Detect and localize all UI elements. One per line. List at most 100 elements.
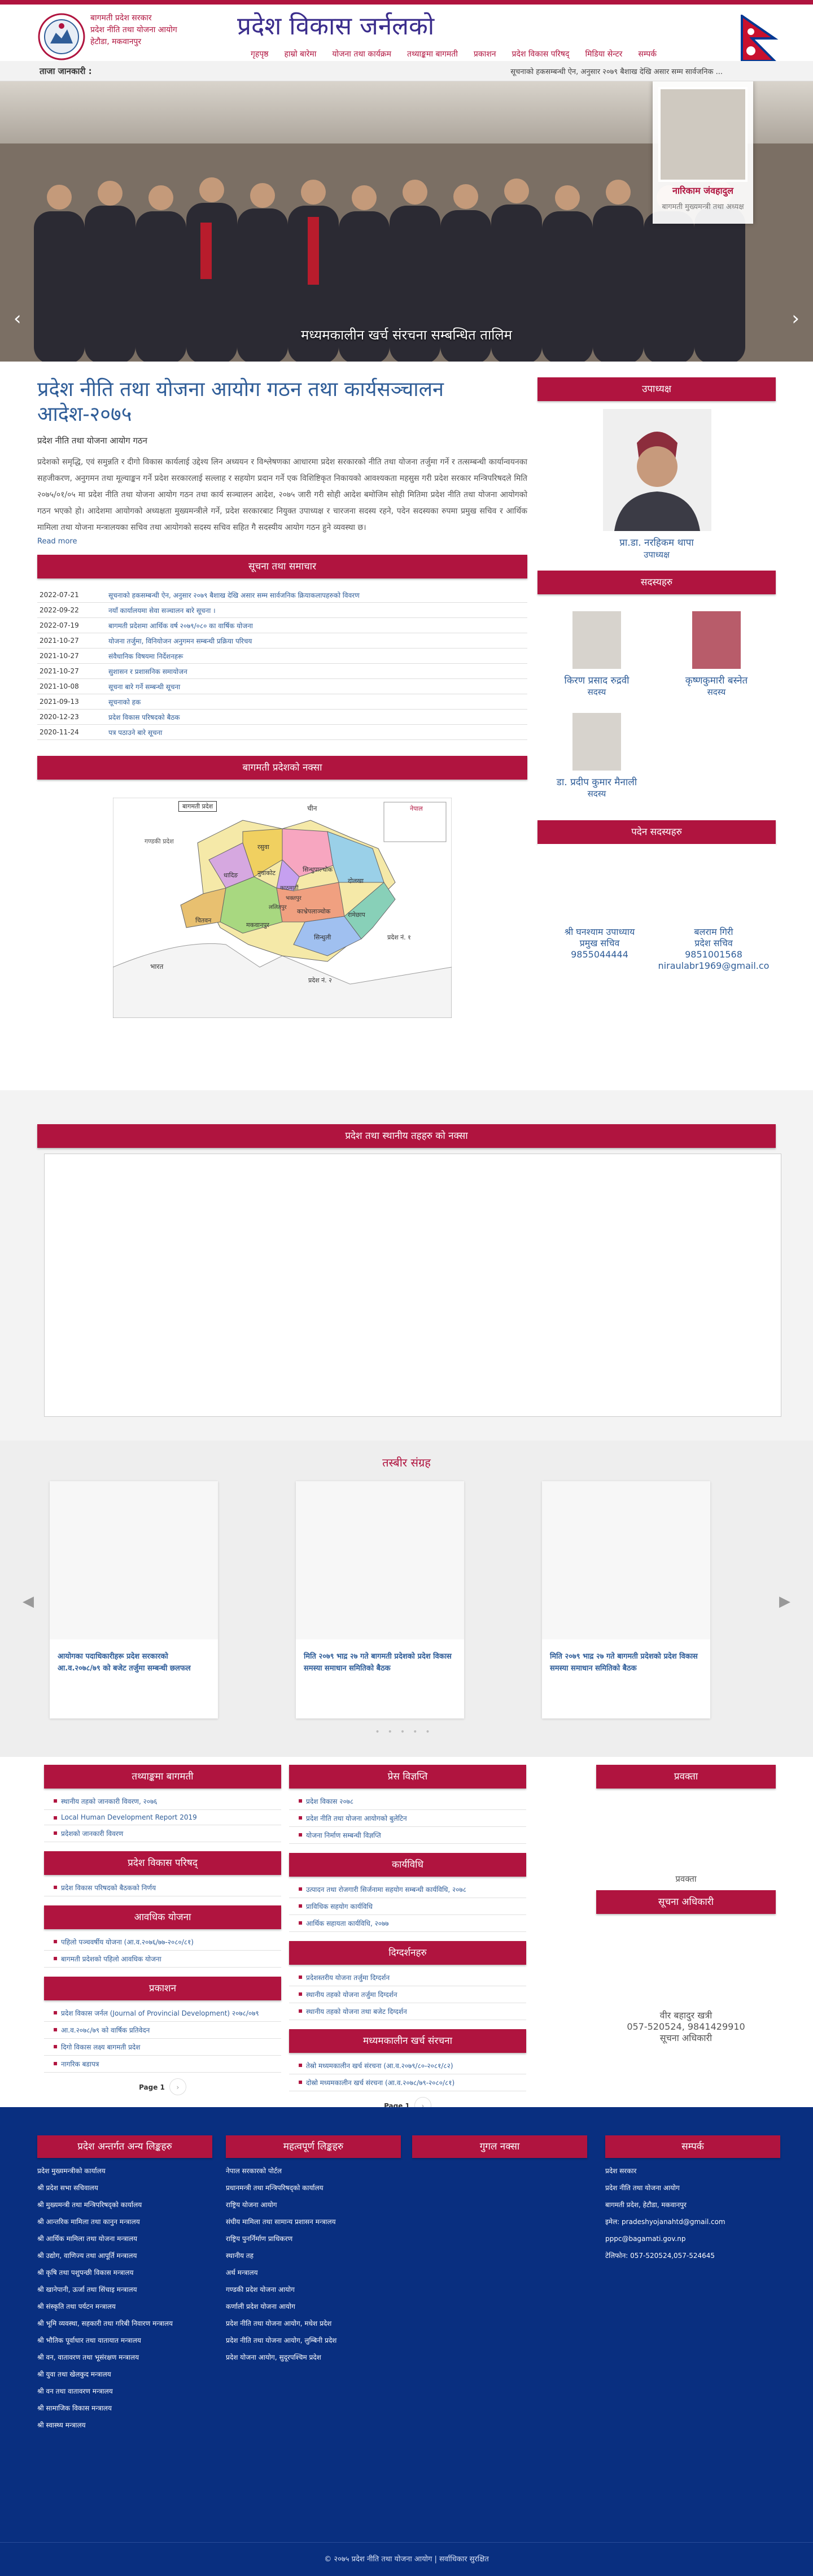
footer-link[interactable]: श्री भौतिक पूर्वाधार तथा यातायात मन्त्रा…: [37, 2332, 212, 2349]
panel-link[interactable]: बागमती प्रदेशको पहिलो आवधिक योजना: [44, 1951, 281, 1968]
nav-plans[interactable]: योजना तथा कार्यक्रम: [324, 49, 399, 59]
footer-link[interactable]: श्री वन, वातावरण तथा भूसंरक्षण मन्त्रालय: [37, 2349, 212, 2366]
next-page-icon[interactable]: ›: [169, 2078, 186, 2095]
local-map-embed[interactable]: [44, 1154, 781, 1417]
news-title[interactable]: सुशासन र प्रशासनिक समायोजन: [108, 667, 187, 676]
footer-link[interactable]: प्रधानमन्त्री तथा मन्त्रिपरिषद्को कार्या…: [226, 2179, 401, 2196]
news-item[interactable]: 2022-07-21 सूचनाको हकसम्बन्धी ऐन, अनुसार …: [37, 588, 527, 603]
news-title[interactable]: सूचनाको हकसम्बन्धी ऐन, अनुसार २०७९ बैशाख…: [108, 590, 360, 600]
slider-next-icon[interactable]: ›: [792, 307, 799, 330]
panel-link[interactable]: दिगो विकास लक्ष्य बागमती प्रदेश: [44, 2039, 281, 2056]
nav-home[interactable]: गृहपृष्ठ: [243, 49, 277, 59]
info-officer-card[interactable]: वीर बहादुर खत्री 057-520524, 9841429910 …: [596, 1914, 776, 2050]
panel-link[interactable]: आर्थिक सहायता कार्यविधि, २०७७: [289, 1915, 526, 1932]
news-item[interactable]: 2021-10-08 सूचना बारे गर्ने सम्बन्धी सूचन…: [37, 679, 527, 694]
news-item[interactable]: 2021-09-13 सूचनाको हक: [37, 694, 527, 710]
footer-link[interactable]: राष्ट्रिय पुनर्निर्माण प्राधिकरण: [226, 2230, 401, 2247]
gallery-caption[interactable]: आयोगका पदाधिकारीहरू प्रदेश सरकारको आ.व.२…: [58, 1651, 210, 1674]
news-title[interactable]: सूचनाको हक: [108, 697, 141, 707]
footer-link[interactable]: श्री उद्योग, वाणिज्य तथा आपूर्ति मन्त्रा…: [37, 2247, 212, 2264]
contact-line[interactable]: टेलिफोन: 057-520524,057-524645: [605, 2247, 780, 2264]
panel-link[interactable]: नागरिक बडापत्र: [44, 2056, 281, 2073]
ex-officio-email[interactable]: niraulabr1969@gmail.co: [657, 960, 770, 972]
gallery-prev-icon[interactable]: ◀: [23, 1593, 34, 1610]
nav-about[interactable]: हाम्रो बारेमा: [277, 49, 325, 59]
news-title[interactable]: योजना तर्जुमा, विनियोजन अनुगमन सम्बन्धी …: [108, 636, 252, 646]
spokesperson-card[interactable]: प्रवक्ता: [596, 1789, 776, 1890]
gallery-pagination-dots[interactable]: •••••: [0, 1728, 813, 1737]
footer-link[interactable]: प्रदेश योजना आयोग, सुदूरपश्चिम प्रदेश: [226, 2349, 401, 2366]
news-title[interactable]: प्रदेश विकास परिषदको बैठक: [108, 712, 180, 722]
contact-line[interactable]: इमेल: pradeshyojanahtd@gmail.com: [605, 2213, 780, 2230]
member-card[interactable]: कृष्णकुमारी बस्नेत सदस्य: [657, 611, 776, 698]
panel-link[interactable]: प्रदेश नीति तथा योजना आयोगको बुलेटिन: [289, 1810, 526, 1827]
footer-link[interactable]: श्री वन तथा वातावरण मन्त्रालय: [37, 2383, 212, 2400]
ex-officio-card[interactable]: श्री घनश्याम उपाध्याय प्रमुख सचिव 985504…: [543, 926, 656, 960]
panel-link[interactable]: स्थानीय तहको योजना तथा बजेट दिग्दर्शन: [289, 2003, 526, 2020]
panel-link[interactable]: उत्पादन तथा रोजगारी सिर्जनामा सहयोग सम्ब…: [289, 1881, 526, 1898]
news-title[interactable]: बागमती प्रदेशमा आर्थिक वर्ष २०७९/०८० का …: [108, 621, 253, 630]
footer-link[interactable]: श्री भूमि व्यवस्था, सहकारी तथा गरिबी निव…: [37, 2315, 212, 2332]
ticker-text[interactable]: सूचनाको हकसम्बन्धी ऐन, अनुसार २०७९ बैशाख…: [510, 66, 723, 76]
panel-link[interactable]: Local Human Development Report 2019: [44, 1810, 281, 1825]
member-card[interactable]: डा. प्रदीप कुमार मैनाली सदस्य: [537, 713, 656, 799]
footer-link[interactable]: श्री कृषि तथा पशुपन्छी विकास मन्त्रालय: [37, 2264, 212, 2281]
news-title[interactable]: नयाँ कार्यालयमा सेवा सञ्चालन बारे सूचना …: [108, 606, 216, 615]
footer-link[interactable]: श्री आन्तरिक मामिला तथा कानुन मन्त्रालय: [37, 2213, 212, 2230]
footer-link[interactable]: संघीय मामिला तथा सामान्य प्रशासन मन्त्रा…: [226, 2213, 401, 2230]
gallery-card[interactable]: मिति २०७९ भाद्र २७ गते बागमती प्रदेशको प…: [296, 1481, 464, 1718]
member-card[interactable]: किरण प्रसाद रुद्रवी सदस्य: [537, 611, 656, 698]
news-item[interactable]: 2021-10-27 सुशासन र प्रशासनिक समायोजन: [37, 664, 527, 679]
nav-contact[interactable]: सम्पर्क: [630, 49, 665, 59]
footer-link[interactable]: श्री आर्थिक मामिला तथा योजना मन्त्रालय: [37, 2230, 212, 2247]
news-item[interactable]: 2021-10-27 संवैधानिक विषयमा निर्देशनहरू: [37, 649, 527, 664]
news-title[interactable]: संवैधानिक विषयमा निर्देशनहरू: [108, 651, 183, 661]
panel-link[interactable]: प्रदेश विकास परिषदको बैठकको निर्णय: [44, 1879, 281, 1896]
ex-officio-card[interactable]: बलराम गिरी प्रदेश सचिव 9851001568 niraul…: [657, 926, 770, 972]
footer-link[interactable]: श्री मुख्यमन्त्री तथा मन्त्रिपरिषद्को का…: [37, 2196, 212, 2213]
panel-link[interactable]: योजना निर्माण सम्बन्धी विज्ञप्ति: [289, 1827, 526, 1844]
slider-prev-icon[interactable]: ‹: [14, 307, 21, 330]
footer-link[interactable]: स्थानीय तह: [226, 2247, 401, 2264]
vice-chair-card[interactable]: प्रा.डा. नरहिकम थापा उपाध्यक्ष: [537, 401, 776, 571]
gallery-card[interactable]: मिति २०७९ भाद्र २७ गते बागमती प्रदेशको प…: [542, 1481, 710, 1718]
news-item[interactable]: 2022-09-22 नयाँ कार्यालयमा सेवा सञ्चालन ब…: [37, 603, 527, 618]
footer-link[interactable]: राष्ट्रिय योजना आयोग: [226, 2196, 401, 2213]
news-item[interactable]: 2021-10-27 योजना तर्जुमा, विनियोजन अनुगमन…: [37, 633, 527, 649]
footer-link[interactable]: गण्डकी प्रदेश योजना आयोग: [226, 2281, 401, 2298]
chief-minister-card[interactable]: नारिकाम जंवहादुल बागमती मुख्यमन्त्री तथा…: [653, 81, 753, 224]
footer-link[interactable]: कर्णाली प्रदेश योजना आयोग: [226, 2298, 401, 2315]
nav-media[interactable]: मिडिया सेन्टर: [577, 49, 630, 59]
panel-link[interactable]: स्थानीय तहको योजना तर्जुमा दिग्दर्शन: [289, 1986, 526, 2003]
panel-link[interactable]: स्थानीय तहको जानकारी विवरण, २०७६: [44, 1793, 281, 1810]
contact-line[interactable]: बागमती प्रदेश, हेटौडा, मकवानपुर: [605, 2196, 780, 2213]
panel-link[interactable]: प्रदेश विकास जर्नल (Journal of Provincia…: [44, 2005, 281, 2022]
footer-link[interactable]: श्री प्रदेश सभा सचिवालय: [37, 2179, 212, 2196]
emblem-logo[interactable]: [37, 12, 86, 61]
footer-link[interactable]: प्रदेश नीति तथा योजना आयोग, मधेश प्रदेश: [226, 2315, 401, 2332]
gallery-card[interactable]: आयोगका पदाधिकारीहरू प्रदेश सरकारको आ.व.२…: [50, 1481, 218, 1718]
news-title[interactable]: पत्र पठाउने बारे सूचना: [108, 728, 162, 737]
footer-link[interactable]: श्री संस्कृति तथा पर्यटन मन्त्रालय: [37, 2298, 212, 2315]
news-item[interactable]: 2020-11-24 पत्र पठाउने बारे सूचना: [37, 725, 527, 740]
nav-publications[interactable]: प्रकाशन: [466, 49, 504, 59]
panel-link[interactable]: पहिलो पञ्चवर्षीय योजना (आ.व.२०७६/७७-२०८०…: [44, 1934, 281, 1951]
news-item[interactable]: 2022-07-19 बागमती प्रदेशमा आर्थिक वर्ष २०…: [37, 618, 527, 633]
footer-link[interactable]: श्री स्वास्थ्य मन्त्रालय: [37, 2417, 212, 2434]
footer-link[interactable]: श्री सामाजिक विकास मन्त्रालय: [37, 2400, 212, 2417]
panel-link[interactable]: प्रदेशको जानकारी विवरण: [44, 1825, 281, 1842]
panel-link[interactable]: प्रदेशस्तरीय योजना तर्जुमा दिग्दर्शन: [289, 1969, 526, 1986]
news-title[interactable]: सूचना बारे गर्ने सम्बन्धी सूचना: [108, 682, 180, 691]
contact-line[interactable]: pppc@bagamati.gov.np: [605, 2230, 780, 2247]
footer-link[interactable]: श्री युवा तथा खेलकुद मन्त्रालय: [37, 2366, 212, 2383]
panel-link[interactable]: दोस्रो मध्यमकालीन खर्च संरचना (आ.व.२०७८/…: [289, 2074, 526, 2091]
footer-link[interactable]: अर्थ मन्त्रालय: [226, 2264, 401, 2281]
footer-link[interactable]: प्रदेश नीति तथा योजना आयोग, लुम्बिनी प्र…: [226, 2332, 401, 2349]
contact-line[interactable]: प्रदेश नीति तथा योजना आयोग: [605, 2179, 780, 2196]
panel-link[interactable]: तेस्रो मध्यमकालीन खर्च संरचना (आ.व.२०७९/…: [289, 2057, 526, 2074]
gallery-caption[interactable]: मिति २०७९ भाद्र २७ गते बागमती प्रदेशको प…: [550, 1651, 702, 1674]
read-more-link[interactable]: Read more: [37, 537, 527, 546]
footer-link[interactable]: नेपाल सरकारको पोर्टल: [226, 2162, 401, 2179]
footer-link[interactable]: श्री खानेपानी, ऊर्जा तथा सिंचाइ मन्त्राल…: [37, 2281, 212, 2298]
panel-link[interactable]: प्रदेश विकास २०७८: [289, 1793, 526, 1810]
